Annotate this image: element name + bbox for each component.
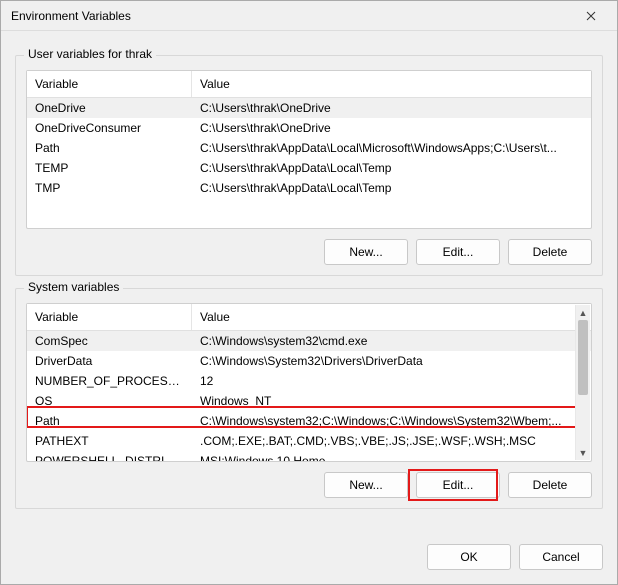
edit-button[interactable]: Edit... — [416, 239, 500, 265]
cell-variable: POWERSHELL_DISTRIBUTIO... — [27, 454, 192, 461]
titlebar: Environment Variables — [1, 1, 617, 31]
table-row[interactable]: NUMBER_OF_PROCESSORS 12 — [27, 371, 591, 391]
table-row[interactable]: OS Windows_NT — [27, 391, 591, 411]
column-header-value[interactable]: Value — [192, 71, 591, 97]
cell-value: C:\Users\thrak\OneDrive — [192, 101, 591, 115]
dialog-footer: OK Cancel — [1, 534, 617, 584]
delete-button[interactable]: Delete — [508, 239, 592, 265]
cell-variable: OneDriveConsumer — [27, 121, 192, 135]
user-group-label: User variables for thrak — [24, 47, 156, 61]
system-variables-list[interactable]: Variable Value ComSpec C:\Windows\system… — [26, 303, 592, 462]
scroll-up-icon[interactable]: ▲ — [576, 305, 590, 320]
table-row[interactable]: TMP C:\Users\thrak\AppData\Local\Temp — [27, 178, 591, 198]
cell-value: C:\Windows\system32;C:\Windows;C:\Window… — [192, 414, 591, 428]
user-variables-group: User variables for thrak Variable Value … — [15, 55, 603, 276]
cell-value: C:\Users\thrak\AppData\Local\Microsoft\W… — [192, 141, 591, 155]
close-icon — [586, 11, 596, 21]
list-body: OneDrive C:\Users\thrak\OneDrive OneDriv… — [27, 98, 591, 228]
scroll-track[interactable] — [576, 320, 590, 445]
cell-value: 12 — [192, 374, 591, 388]
close-button[interactable] — [571, 3, 611, 29]
user-button-row: New... Edit... Delete — [26, 239, 592, 265]
cell-value: C:\Users\thrak\AppData\Local\Temp — [192, 161, 591, 175]
scroll-down-icon[interactable]: ▼ — [576, 445, 590, 460]
dialog-title: Environment Variables — [11, 9, 131, 23]
list-header: Variable Value — [27, 304, 591, 331]
cell-variable: Path — [27, 141, 192, 155]
new-button[interactable]: New... — [324, 239, 408, 265]
cell-variable: Path — [27, 414, 192, 428]
table-row[interactable]: DriverData C:\Windows\System32\Drivers\D… — [27, 351, 591, 371]
table-row[interactable]: PATHEXT .COM;.EXE;.BAT;.CMD;.VBS;.VBE;.J… — [27, 431, 591, 451]
delete-button[interactable]: Delete — [508, 472, 592, 498]
environment-variables-dialog: Environment Variables User variables for… — [0, 0, 618, 585]
column-header-variable[interactable]: Variable — [27, 71, 192, 97]
table-row[interactable]: Path C:\Users\thrak\AppData\Local\Micros… — [27, 138, 591, 158]
table-row[interactable]: POWERSHELL_DISTRIBUTIO... MSI:Windows 10… — [27, 451, 591, 461]
table-row[interactable]: Path C:\Windows\system32;C:\Windows;C:\W… — [27, 411, 591, 431]
cell-variable: ComSpec — [27, 334, 192, 348]
new-button[interactable]: New... — [324, 472, 408, 498]
cell-variable: TEMP — [27, 161, 192, 175]
table-row[interactable]: ComSpec C:\Windows\system32\cmd.exe — [27, 331, 591, 351]
cell-variable: OS — [27, 394, 192, 408]
cell-value: .COM;.EXE;.BAT;.CMD;.VBS;.VBE;.JS;.JSE;.… — [192, 434, 591, 448]
cell-variable: PATHEXT — [27, 434, 192, 448]
cell-variable: DriverData — [27, 354, 192, 368]
cancel-button[interactable]: Cancel — [519, 544, 603, 570]
ok-button[interactable]: OK — [427, 544, 511, 570]
cell-value: C:\Users\thrak\OneDrive — [192, 121, 591, 135]
list-body: ComSpec C:\Windows\system32\cmd.exe Driv… — [27, 331, 591, 461]
dialog-content: User variables for thrak Variable Value … — [1, 31, 617, 534]
cell-variable: OneDrive — [27, 101, 192, 115]
system-button-row: New... Edit... Delete — [26, 472, 592, 498]
table-row[interactable]: OneDrive C:\Users\thrak\OneDrive — [27, 98, 591, 118]
cell-variable: TMP — [27, 181, 192, 195]
cell-value: MSI:Windows 10 Home — [192, 454, 591, 461]
scrollbar[interactable]: ▲ ▼ — [575, 305, 590, 460]
edit-button[interactable]: Edit... — [416, 472, 500, 498]
table-row[interactable]: OneDriveConsumer C:\Users\thrak\OneDrive — [27, 118, 591, 138]
list-header: Variable Value — [27, 71, 591, 98]
system-variables-group: System variables Variable Value ComSpec … — [15, 288, 603, 509]
cell-value: Windows_NT — [192, 394, 591, 408]
column-header-variable[interactable]: Variable — [27, 304, 192, 330]
system-group-label: System variables — [24, 280, 123, 294]
user-variables-list[interactable]: Variable Value OneDrive C:\Users\thrak\O… — [26, 70, 592, 229]
cell-variable: NUMBER_OF_PROCESSORS — [27, 374, 192, 388]
cell-value: C:\Windows\system32\cmd.exe — [192, 334, 591, 348]
table-row[interactable]: TEMP C:\Users\thrak\AppData\Local\Temp — [27, 158, 591, 178]
cell-value: C:\Windows\System32\Drivers\DriverData — [192, 354, 591, 368]
scroll-thumb[interactable] — [578, 320, 588, 395]
cell-value: C:\Users\thrak\AppData\Local\Temp — [192, 181, 591, 195]
column-header-value[interactable]: Value — [192, 304, 591, 330]
